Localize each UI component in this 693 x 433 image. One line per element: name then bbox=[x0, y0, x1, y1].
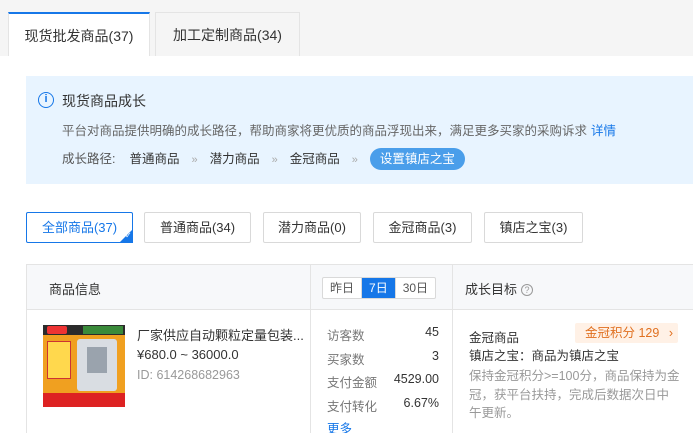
product-table: 商品信息 昨日 7日 30日 成长目标? 厂家供应自动颗粒定量包装... ¥68… bbox=[26, 264, 693, 433]
info-icon: i bbox=[38, 92, 54, 108]
growth-path-label: 成长路径: bbox=[62, 152, 116, 166]
product-thumbnail[interactable] bbox=[43, 325, 125, 407]
thumb-banner bbox=[43, 393, 125, 407]
goal-description: 保持金冠积分>=100分，商品保持为金冠，获平台扶持，完成后数据次日中午更新。 bbox=[469, 369, 680, 420]
thumb-machine-part bbox=[87, 347, 107, 373]
growth-info-banner: i 现货商品成长 平台对商品提供明确的成长路径，帮助商家将更优质的商品浮现出来，… bbox=[26, 76, 693, 184]
check-icon bbox=[119, 229, 133, 243]
period-30-days[interactable]: 30日 bbox=[394, 278, 435, 298]
growth-path: 成长路径: 普通商品 » 潜力商品 » 金冠商品 » 设置镇店之宝 bbox=[62, 148, 465, 170]
column-growth-goal: 成长目标? bbox=[465, 279, 534, 298]
step-potential: 潜力商品 bbox=[209, 152, 260, 166]
filter-potential[interactable]: 潜力商品(0) bbox=[263, 212, 361, 243]
goal-level: 金冠商品 bbox=[469, 331, 520, 345]
set-store-treasure-button[interactable]: 设置镇店之宝 bbox=[369, 148, 465, 170]
info-title: 现货商品成长 bbox=[62, 93, 146, 109]
step-gold-crown: 金冠商品 bbox=[289, 152, 340, 166]
stat-value: 3 bbox=[432, 348, 439, 363]
gold-crown-score[interactable]: 金冠积分 129 › bbox=[575, 323, 678, 343]
score-label: 金冠积分 129 bbox=[585, 326, 660, 340]
thumb-tag bbox=[83, 326, 123, 334]
chevron-right-icon: » bbox=[271, 154, 278, 166]
stat-value: 6.67% bbox=[403, 395, 439, 410]
info-description: 平台对商品提供明确的成长路径，帮助商家将更优质的商品浮现出来，满足更多买家的采购… bbox=[62, 120, 616, 139]
question-icon[interactable]: ? bbox=[521, 284, 534, 296]
stat-key: 支付金额 bbox=[327, 376, 378, 390]
stat-key: 支付转化 bbox=[327, 399, 378, 414]
tab-bar: 现货批发商品(37) 加工定制商品(34) bbox=[0, 0, 693, 57]
column-divider bbox=[452, 265, 453, 433]
thumb-logo bbox=[47, 326, 67, 334]
filter-all-label: 全部商品(37) bbox=[41, 220, 118, 235]
period-7-days[interactable]: 7日 bbox=[361, 278, 395, 298]
more-stats-link[interactable]: 更多 bbox=[327, 418, 352, 433]
stat-row: 买家数 3 bbox=[327, 349, 439, 373]
filter-store-treasure[interactable]: 镇店之宝(3) bbox=[484, 212, 583, 243]
column-divider bbox=[310, 265, 311, 433]
column-product-info: 商品信息 bbox=[49, 282, 102, 297]
product-id: ID: 614268682963 bbox=[137, 368, 240, 382]
step-normal: 普通商品 bbox=[129, 152, 180, 166]
period-selector: 昨日 7日 30日 bbox=[322, 277, 437, 299]
stat-row: 支付金额 4529.00 bbox=[327, 372, 439, 396]
goal-store-treasure: 镇店之宝：商品为镇店之宝 bbox=[469, 349, 620, 363]
stat-key: 访客数 bbox=[327, 329, 365, 343]
detail-link[interactable]: 详情 bbox=[591, 124, 616, 138]
stat-value: 4529.00 bbox=[393, 372, 439, 386]
tab-spot-wholesale[interactable]: 现货批发商品(37) bbox=[8, 12, 150, 57]
product-stats: 访客数 45 买家数 3 支付金额 4529.00 支付转化 6.67% bbox=[327, 325, 439, 419]
thumb-label bbox=[47, 341, 71, 379]
product-name[interactable]: 厂家供应自动颗粒定量包装... bbox=[137, 325, 307, 344]
tab-custom-processing[interactable]: 加工定制商品(34) bbox=[155, 12, 300, 56]
product-price: ¥680.0 ~ 36000.0 bbox=[137, 347, 239, 362]
chevron-right-icon: › bbox=[668, 326, 673, 340]
chevron-right-icon: » bbox=[191, 154, 198, 166]
table-header: 商品信息 昨日 7日 30日 成长目标? bbox=[27, 265, 693, 310]
period-yesterday[interactable]: 昨日 bbox=[323, 278, 361, 298]
stat-value: 45 bbox=[425, 325, 439, 339]
filter-all[interactable]: 全部商品(37) bbox=[26, 212, 133, 243]
column-growth-goal-label: 成长目标 bbox=[465, 282, 518, 297]
stat-row: 访客数 45 bbox=[327, 325, 439, 349]
stat-row: 支付转化 6.67% bbox=[327, 396, 439, 420]
info-desc-text: 平台对商品提供明确的成长路径，帮助商家将更优质的商品浮现出来，满足更多买家的采购… bbox=[62, 124, 588, 138]
chevron-right-icon: » bbox=[351, 154, 358, 166]
filter-normal[interactable]: 普通商品(34) bbox=[144, 212, 251, 243]
stat-key: 买家数 bbox=[327, 352, 365, 367]
filter-gold-crown[interactable]: 金冠商品(3) bbox=[373, 212, 472, 243]
